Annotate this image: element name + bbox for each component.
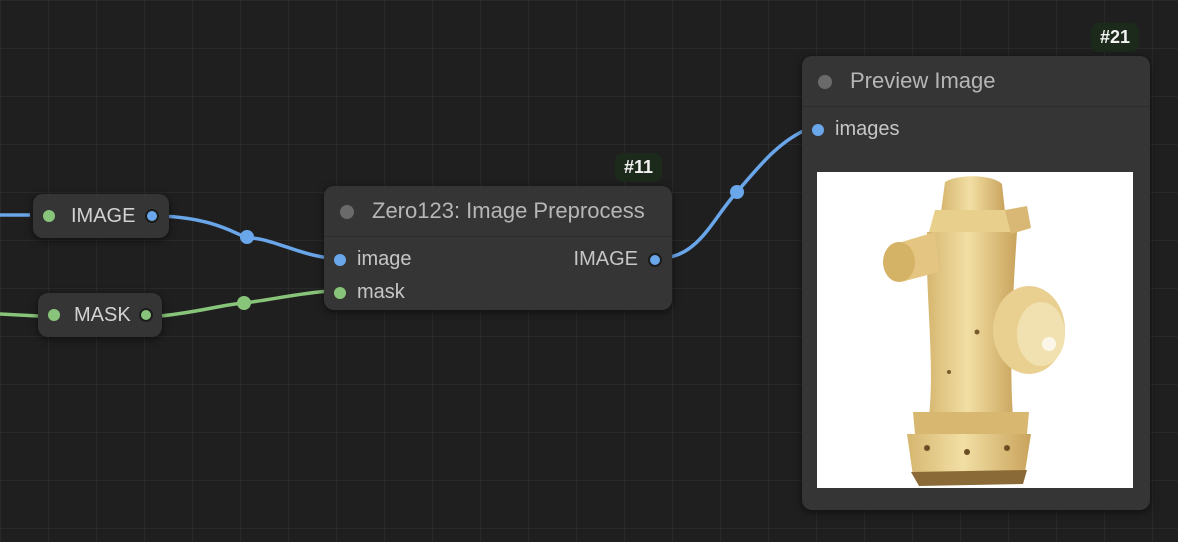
preview-image[interactable] [817,172,1133,488]
input-images-label: images [835,118,900,140]
collapse-dot-icon[interactable] [818,75,832,89]
input-mask-label: mask [357,281,405,303]
reroute-mask-label: MASK [74,303,131,326]
reroute-image-node[interactable]: IMAGE [33,194,169,238]
preprocess-node[interactable]: Zero123: Image Preprocess image mask IMA… [324,186,672,310]
input-slot-mask[interactable]: mask [334,281,405,304]
image-link-midpoint[interactable] [240,230,254,244]
input-image-dot[interactable] [334,253,346,266]
reroute-image-output-dot[interactable] [145,209,160,223]
output-image-label: IMAGE [573,248,638,270]
output-slot-image[interactable]: IMAGE [574,248,662,271]
collapse-dot-icon[interactable] [340,205,354,219]
input-slot-images[interactable]: images [812,118,899,141]
input-slot-image[interactable]: image [334,248,411,271]
reroute-mask-input-dot[interactable] [48,309,60,321]
input-mask-dot[interactable] [334,286,346,299]
preview-link-midpoint[interactable] [730,185,744,199]
preview-node-title: Preview Image [850,68,996,93]
mask-link-1 [0,312,39,318]
reroute-mask-output-dot[interactable] [138,308,153,322]
preprocess-node-header[interactable]: Zero123: Image Preprocess [324,186,672,237]
reroute-image-input-dot[interactable] [43,210,55,222]
output-image-dot[interactable] [648,252,662,267]
reroute-mask-node[interactable]: MASK [38,293,162,337]
preview-node[interactable]: Preview Image images [802,56,1150,510]
preview-node-header[interactable]: Preview Image [802,56,1150,107]
preprocess-node-title: Zero123: Image Preprocess [372,198,645,223]
reroute-image-label: IMAGE [71,204,136,227]
fire-hydrant-image [883,176,1065,486]
input-images-dot[interactable] [812,123,824,136]
preprocess-node-id-badge: #11 [615,153,663,182]
input-image-label: image [357,248,412,270]
preview-node-id-badge: #21 [1091,23,1140,52]
mask-link-midpoint[interactable] [237,296,251,310]
